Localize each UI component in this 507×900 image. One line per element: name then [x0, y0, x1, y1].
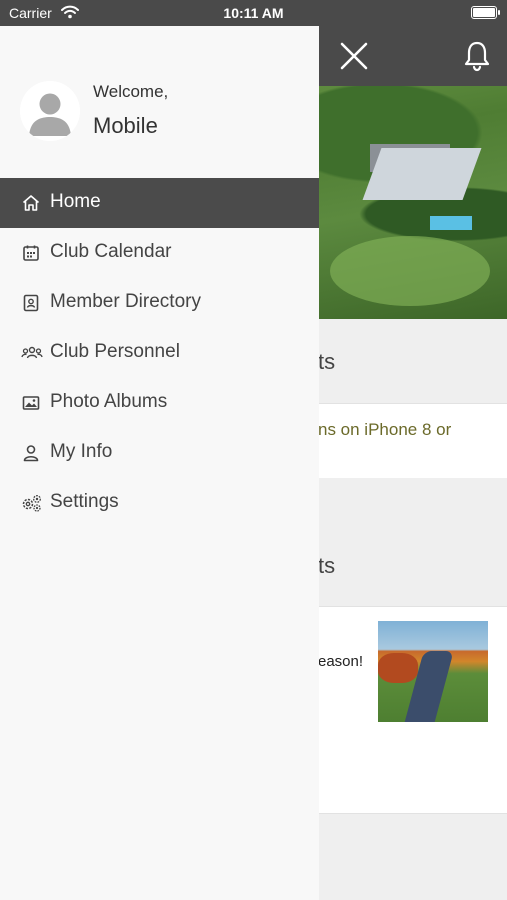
status-bar: Carrier 10:11 AM	[0, 0, 507, 26]
menu-item-photo-albums[interactable]: Photo Albums	[0, 378, 319, 428]
section-title: ts	[318, 349, 336, 374]
menu-item-label: Photo Albums	[50, 391, 168, 412]
welcome-text: Welcome,	[93, 82, 169, 101]
section-title: ts	[318, 553, 336, 578]
menu-item-member-directory[interactable]: Member Directory	[0, 278, 319, 328]
menu-item-label: My Info	[50, 441, 113, 462]
avatar[interactable]	[20, 81, 80, 141]
news-thumbnail-image[interactable]	[378, 621, 488, 722]
contact-card-icon	[21, 293, 41, 313]
list-item-text: eason!	[318, 653, 364, 670]
person-icon	[21, 443, 41, 463]
navigation-drawer: Welcome, Mobile Home Club Calendar Membe…	[0, 26, 319, 900]
menu-item-label: Home	[50, 191, 101, 212]
home-icon	[21, 193, 41, 213]
menu-item-my-info[interactable]: My Info	[0, 428, 319, 478]
clock-time: 10:11 AM	[223, 5, 284, 21]
menu-item-settings[interactable]: Settings	[0, 478, 319, 528]
notification-bell-icon[interactable]	[459, 38, 495, 74]
list-item-text: ns on iPhone 8 or	[318, 420, 452, 439]
menu-item-club-calendar[interactable]: Club Calendar	[0, 228, 319, 278]
close-icon[interactable]	[336, 38, 372, 74]
calendar-icon	[21, 243, 41, 263]
people-group-icon	[21, 343, 43, 363]
menu-item-home[interactable]: Home	[0, 178, 319, 228]
menu-item-label: Settings	[50, 491, 119, 512]
photo-icon	[21, 393, 41, 413]
battery-icon	[471, 6, 500, 19]
drawer-menu: Home Club Calendar Member Directory Club…	[0, 178, 319, 528]
menu-item-label: Member Directory	[50, 291, 201, 312]
menu-item-label: Club Personnel	[50, 341, 180, 362]
menu-item-club-personnel[interactable]: Club Personnel	[0, 328, 319, 378]
menu-item-label: Club Calendar	[50, 241, 172, 262]
user-name: Mobile	[93, 113, 158, 138]
gears-icon	[21, 493, 41, 513]
